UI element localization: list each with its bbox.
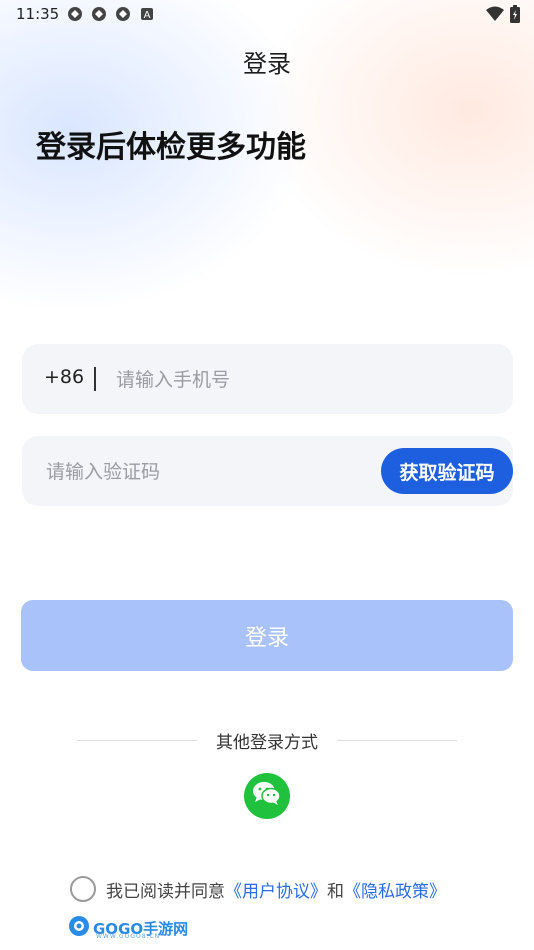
watermark: GOGO手游网 WWW.GOGO8.CN xyxy=(68,915,188,941)
headline: 登录后体检更多功能 xyxy=(36,130,306,165)
agreement-row: 我已阅读并同意 《用户协议》 和 《隐私政策》 xyxy=(70,876,446,902)
watermark-logo-icon xyxy=(68,915,90,941)
phone-input[interactable] xyxy=(114,358,488,402)
agreement-connector: 和 xyxy=(327,881,344,902)
verification-code-field: 获取验证码 xyxy=(22,436,513,506)
country-code-selector[interactable]: +86 xyxy=(44,366,84,388)
user-agreement-link[interactable]: 《用户协议》 xyxy=(225,877,327,902)
verification-code-input[interactable] xyxy=(44,450,368,494)
system-icons xyxy=(486,5,520,27)
status-bar: 11:35 A xyxy=(0,0,534,28)
sync-icon xyxy=(114,5,132,23)
svg-text:A: A xyxy=(144,10,151,21)
privacy-policy-link[interactable]: 《隐私政策》 xyxy=(344,877,446,902)
page-title: 登录 xyxy=(243,50,291,78)
sync-icon xyxy=(66,5,84,23)
field-divider xyxy=(94,367,96,391)
status-notification-icons: A xyxy=(66,5,156,23)
agreement-checkbox[interactable] xyxy=(70,876,96,902)
other-login-label: 其他登录方式 xyxy=(216,732,318,753)
a-letter-icon: A xyxy=(138,5,156,23)
phone-field: +86 xyxy=(22,344,513,414)
divider-line-right xyxy=(337,739,457,741)
agreement-prefix: 我已阅读并同意 xyxy=(106,881,225,902)
login-button[interactable]: 登录 xyxy=(21,600,513,671)
watermark-subtext: WWW.GOGO8.CN xyxy=(96,933,161,940)
get-code-button[interactable]: 获取验证码 xyxy=(381,448,513,494)
divider-line-left xyxy=(77,739,197,741)
wechat-icon xyxy=(252,781,282,811)
other-login-divider: 其他登录方式 xyxy=(77,728,457,753)
wechat-login-button[interactable] xyxy=(244,773,290,819)
wifi-icon xyxy=(486,6,504,26)
battery-icon xyxy=(510,5,520,27)
status-time: 11:35 xyxy=(16,5,60,23)
sync-icon xyxy=(90,5,108,23)
